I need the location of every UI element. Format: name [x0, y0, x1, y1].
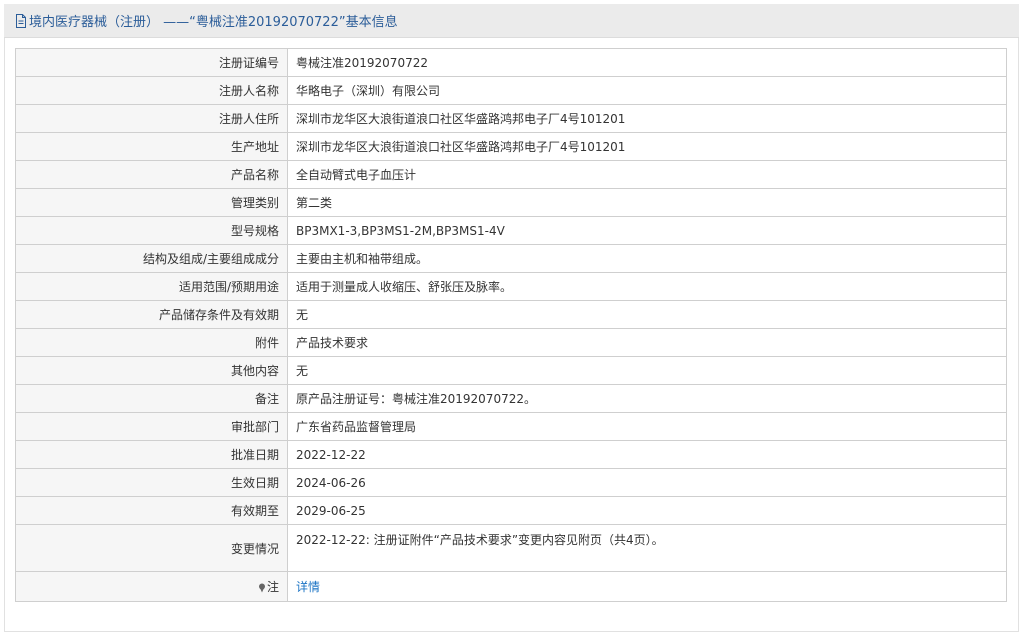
document-icon [16, 13, 26, 28]
row-value: 2022-12-22 [287, 440, 1007, 469]
info-panel: 注册证编号 粤械注准20192070722 注册人名称 华略电子（深圳）有限公司 注… [4, 38, 1019, 632]
row-value: 华略电子（深圳）有限公司 [287, 76, 1007, 105]
row-value: 产品技术要求 [287, 328, 1007, 357]
note-label: 注 [266, 580, 279, 594]
table-row: 有效期至 2029-06-25 [15, 496, 1007, 525]
table-row: 注册证编号 粤械注准20192070722 [15, 48, 1007, 77]
details-link[interactable]: 详情 [296, 580, 320, 594]
row-value: 2029-06-25 [287, 496, 1007, 525]
row-label: 生产地址 [15, 132, 288, 161]
table-row: 生效日期 2024-06-26 [15, 468, 1007, 497]
note-label-cell: 注 [15, 571, 288, 602]
table-row: 型号规格 BP3MX1-3,BP3MS1-2M,BP3MS1-4V [15, 216, 1007, 245]
row-value: 第二类 [287, 188, 1007, 217]
row-label: 其他内容 [15, 356, 288, 385]
row-label: 注册证编号 [15, 48, 288, 77]
row-value: 广东省药品监督管理局 [287, 412, 1007, 441]
row-value: 2024-06-26 [287, 468, 1007, 497]
row-value: 全自动臂式电子血压计 [287, 160, 1007, 189]
table-row: 结构及组成/主要组成成分 主要由主机和袖带组成。 [15, 244, 1007, 273]
note-value-cell: 详情 [287, 571, 1007, 602]
note-row: 注 详情 [15, 571, 1007, 602]
table-row: 备注 原产品注册证号：粤械注准20192070722。 [15, 384, 1007, 413]
row-label: 附件 [15, 328, 288, 357]
table-row: 审批部门 广东省药品监督管理局 [15, 412, 1007, 441]
table-row: 其他内容无 [15, 356, 1007, 385]
row-value: 粤械注准20192070722 [287, 48, 1007, 77]
row-label: 结构及组成/主要组成成分 [15, 244, 288, 273]
info-table: 注册证编号 粤械注准20192070722 注册人名称 华略电子（深圳）有限公司 注… [15, 48, 1007, 602]
row-value: 深圳市龙华区大浪街道浪口社区华盛路鸿邦电子厂4号101201 [287, 104, 1007, 133]
row-label: 注册人名称 [15, 76, 288, 105]
page-title-bar: 境内医疗器械（注册） ——“粤械注准20192070722”基本信息 [4, 4, 1019, 38]
row-label: 批准日期 [15, 440, 288, 469]
row-label: 产品名称 [15, 160, 288, 189]
table-row: 注册人名称 华略电子（深圳）有限公司 [15, 76, 1007, 105]
row-value: 无 [287, 356, 1007, 385]
table-row: 注册人住所 深圳市龙华区大浪街道浪口社区华盛路鸿邦电子厂4号101201 [15, 104, 1007, 133]
table-row: 适用范围/预期用途 适用于测量成人收缩压、舒张压及脉率。 [15, 272, 1007, 301]
row-label: 型号规格 [15, 216, 288, 245]
table-row: 变更情况 2022-12-22: 注册证附件“产品技术要求”变更内容见附页（共4页… [15, 524, 1007, 572]
row-label: 生效日期 [15, 468, 288, 497]
page-title: 境内医疗器械（注册） ——“粤械注准20192070722”基本信息 [29, 15, 398, 30]
table-row: 批准日期 2022-12-22 [15, 440, 1007, 469]
row-value: 2022-12-22: 注册证附件“产品技术要求”变更内容见附页（共4页）。 [287, 524, 1007, 572]
row-value: 无 [287, 300, 1007, 329]
row-label: 有效期至 [15, 496, 288, 525]
pin-icon [258, 583, 265, 592]
row-value: 原产品注册证号：粤械注准20192070722。 [287, 384, 1007, 413]
table-row: 附件 产品技术要求 [15, 328, 1007, 357]
table-row: 产品储存条件及有效期无 [15, 300, 1007, 329]
table-row: 产品名称 全自动臂式电子血压计 [15, 160, 1007, 189]
row-value: BP3MX1-3,BP3MS1-2M,BP3MS1-4V [287, 216, 1007, 245]
table-row: 生产地址 深圳市龙华区大浪街道浪口社区华盛路鸿邦电子厂4号101201 [15, 132, 1007, 161]
row-label: 产品储存条件及有效期 [15, 300, 288, 329]
row-value: 主要由主机和袖带组成。 [287, 244, 1007, 273]
row-label: 注册人住所 [15, 104, 288, 133]
row-label: 适用范围/预期用途 [15, 272, 288, 301]
row-value: 深圳市龙华区大浪街道浪口社区华盛路鸿邦电子厂4号101201 [287, 132, 1007, 161]
table-row: 管理类别 第二类 [15, 188, 1007, 217]
row-value: 适用于测量成人收缩压、舒张压及脉率。 [287, 272, 1007, 301]
row-label: 管理类别 [15, 188, 288, 217]
row-label: 变更情况 [15, 524, 288, 572]
row-label: 审批部门 [15, 412, 288, 441]
row-label: 备注 [15, 384, 288, 413]
